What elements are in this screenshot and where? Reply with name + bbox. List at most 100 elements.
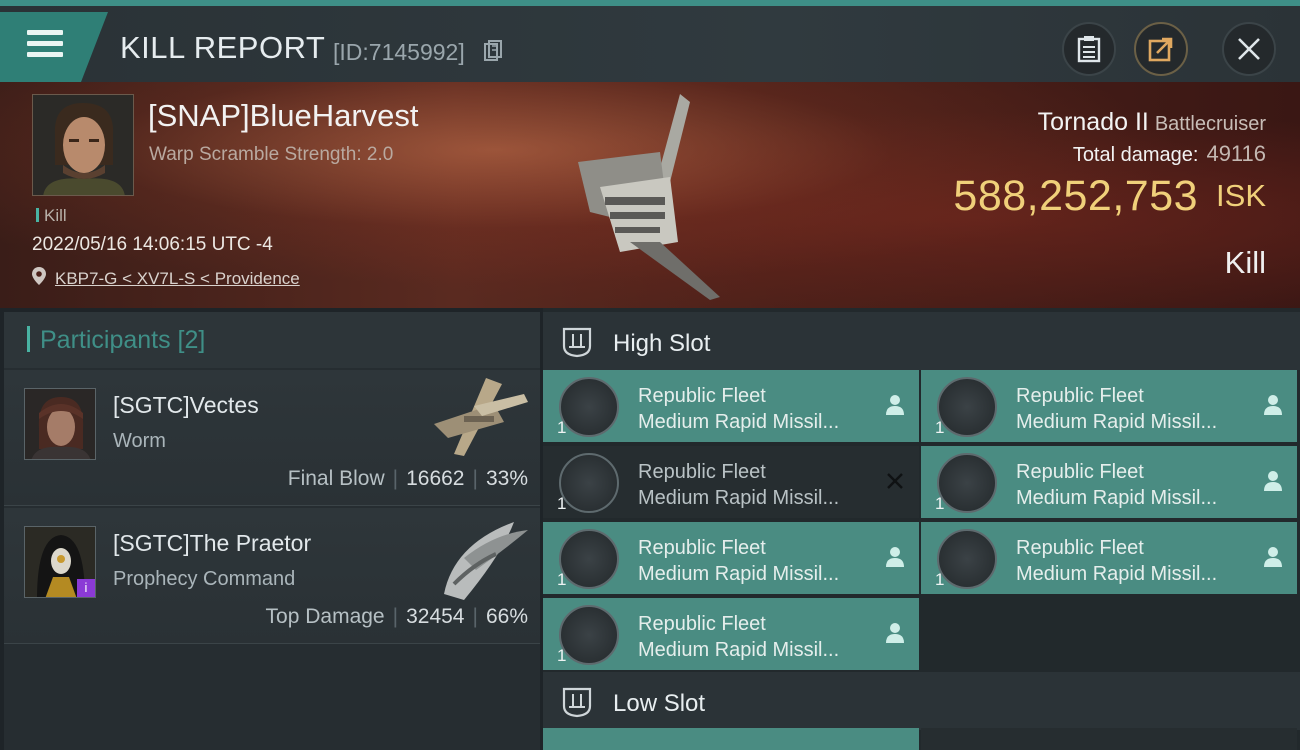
destroyed-x-icon: [887, 473, 903, 489]
result-label: Kill: [1224, 245, 1266, 280]
module-name-line1: Republic Fleet: [638, 385, 766, 407]
module-item[interactable]: 1 Republic Fleet Medium Rapid Missil...: [543, 446, 919, 518]
close-button[interactable]: [1222, 22, 1276, 76]
victim-ship-render: [578, 94, 720, 300]
module-name-line2: Medium Rapid Missil...: [1016, 411, 1218, 433]
divider: |: [472, 467, 478, 490]
missile-launcher-icon: [937, 377, 997, 437]
module-quantity: 1: [557, 418, 567, 437]
module-name: Republic Fleet Medium Rapid Missil...: [1016, 535, 1217, 587]
clipboard-icon: [1077, 36, 1101, 63]
participant-percent: 33%: [485, 467, 528, 490]
isk-unit: ISK: [1216, 178, 1266, 213]
module-item[interactable]: [543, 728, 919, 750]
module-name: Republic Fleet Medium Rapid Missil...: [1016, 459, 1217, 511]
module-quantity: 1: [935, 570, 945, 589]
victim-panel: [SNAP]BlueHarvest Warp Scramble Strength…: [0, 82, 1300, 308]
info-badge-icon: i: [77, 579, 95, 597]
module-name-line2: Medium Rapid Missil...: [1016, 563, 1218, 585]
participant-damage: 16662: [406, 467, 465, 490]
participants-title: Participants [2]: [27, 326, 205, 355]
missile-launcher-icon: [937, 529, 997, 589]
participants-panel: Participants [2] [SGTC]Vectes Worm Final…: [4, 312, 540, 750]
divider: |: [392, 467, 399, 490]
person-icon: [1264, 547, 1282, 567]
participant-ship-render: [444, 522, 528, 600]
participant-name[interactable]: [SGTC]Vectes: [113, 392, 259, 419]
person-icon: [886, 547, 904, 567]
missile-launcher-icon: [937, 453, 997, 513]
person-icon: [1264, 395, 1282, 415]
participant-avatar[interactable]: i: [24, 526, 96, 598]
total-damage-value: 49116: [1206, 141, 1266, 166]
module-item[interactable]: 1 Republic Fleet Medium Rapid Missil...: [921, 370, 1297, 442]
clipboard-button[interactable]: [1062, 22, 1116, 76]
module-name-line2: Medium Rapid Missil...: [638, 563, 840, 585]
missile-launcher-icon: [559, 529, 619, 589]
victim-avatar[interactable]: [32, 94, 134, 196]
module-name-line1: Republic Fleet: [1016, 537, 1144, 559]
victim-ship-name[interactable]: Tornado II Battlecruiser: [1038, 108, 1266, 137]
portrait-image: [33, 95, 133, 195]
participant-damage: 32454: [406, 605, 465, 628]
module-name-line2: Medium Rapid Missil...: [638, 411, 840, 433]
page-title: KILL REPORT: [120, 30, 326, 65]
participant-portrait: [25, 389, 95, 459]
module-name-line2: Medium Rapid Missil...: [1016, 487, 1218, 509]
copy-icon[interactable]: [484, 40, 502, 62]
module-item[interactable]: 1 Republic Fleet Medium Rapid Missil...: [543, 598, 919, 670]
module-name-line2: Medium Rapid Missil...: [638, 487, 840, 509]
high-slot-title: High Slot: [613, 330, 711, 357]
module-name-line2: Medium Rapid Missil...: [638, 639, 840, 661]
close-icon: [1238, 38, 1260, 60]
location-link[interactable]: KBP7-G < XV7L-S < Providence: [55, 269, 300, 289]
victim-name[interactable]: [SNAP]BlueHarvest: [148, 98, 419, 134]
person-icon: [1264, 471, 1282, 491]
high-slot-header: High Slot: [543, 312, 1300, 370]
share-button[interactable]: [1134, 22, 1188, 76]
participants-header: Participants [2]: [4, 312, 540, 368]
participant-card[interactable]: [SGTC]Vectes Worm Final Blow | 16662 | 33%: [4, 370, 540, 506]
participant-ship[interactable]: Prophecy Command: [113, 568, 295, 591]
high-slot-icon: [562, 327, 592, 358]
module-quantity: 1: [935, 418, 945, 437]
module-item[interactable]: [921, 728, 1297, 750]
participant-percent: 66%: [485, 605, 528, 628]
module-name-line1: Republic Fleet: [638, 461, 766, 483]
participant-stat-label: Top Damage: [265, 605, 385, 628]
module-name: Republic Fleet Medium Rapid Missil...: [638, 611, 839, 663]
participant-ship[interactable]: Worm: [113, 430, 166, 453]
module-item[interactable]: 1 Republic Fleet Medium Rapid Missil...: [921, 446, 1297, 518]
menu-button[interactable]: [0, 12, 108, 82]
module-name: Republic Fleet Medium Rapid Missil...: [1016, 383, 1217, 435]
fitting-panel: High Slot 1 Republic Fleet Medium Rapid M…: [543, 308, 1300, 750]
module-name: Republic Fleet Medium Rapid Missil...: [638, 535, 839, 587]
low-slot-icon: [562, 687, 592, 718]
module-name: Republic Fleet Medium Rapid Missil...: [638, 459, 839, 511]
module-name-line1: Republic Fleet: [1016, 461, 1144, 483]
kill-datetime: 2022/05/16 14:06:15 UTC -4: [32, 234, 273, 255]
participant-avatar[interactable]: [24, 388, 96, 460]
total-damage-label: Total damage:: [1072, 144, 1199, 166]
hamburger-icon: [27, 30, 63, 63]
module-item[interactable]: 1 Republic Fleet Medium Rapid Missil...: [543, 522, 919, 594]
person-icon: [886, 395, 904, 415]
total-damage: Total damage: 49116: [1073, 141, 1266, 167]
participant-stats: Top Damage | 32454 | 66%: [266, 605, 528, 629]
module-item[interactable]: 1 Republic Fleet Medium Rapid Missil...: [921, 522, 1297, 594]
kill-tag: Kill: [36, 206, 67, 226]
participant-name[interactable]: [SGTC]The Praetor: [113, 530, 311, 557]
participant-stat-label: Final Blow: [287, 467, 385, 490]
missile-launcher-icon: [559, 453, 619, 513]
location-pin-icon: [32, 267, 46, 285]
participant-card[interactable]: i [SGTC]The Praetor Prophecy Command Top…: [4, 508, 540, 644]
divider: |: [392, 605, 399, 628]
low-slot-title: Low Slot: [613, 690, 706, 717]
top-bar: KILL REPORT [ID:7145992]: [0, 0, 1300, 82]
isk-value: 588,252,753 ISK: [953, 172, 1266, 221]
ship-class: Battlecruiser: [1154, 113, 1266, 135]
module-item[interactable]: 1 Republic Fleet Medium Rapid Missil...: [543, 370, 919, 442]
participant-ship-render: [434, 378, 528, 456]
isk-amount: 588,252,753: [953, 172, 1199, 220]
share-icon: [1148, 37, 1173, 62]
